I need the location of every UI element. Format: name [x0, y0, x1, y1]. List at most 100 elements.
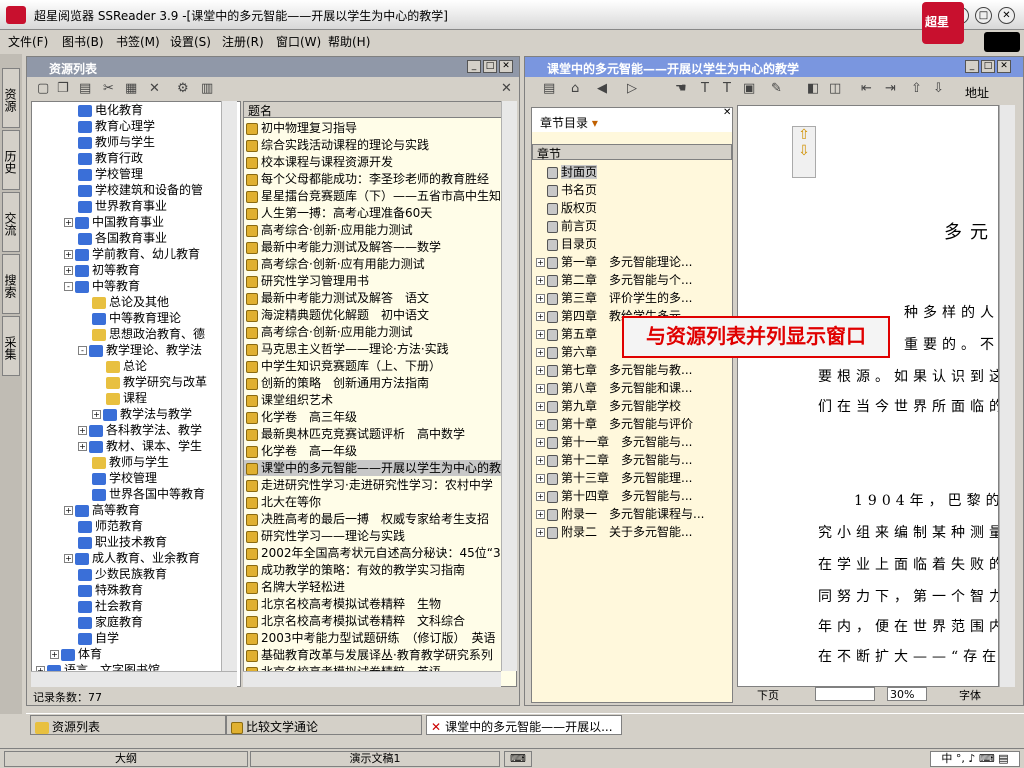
panel-close-icon[interactable]: ✕	[499, 60, 513, 73]
booklist-scrollbar[interactable]	[501, 101, 517, 671]
toc-expander-icon[interactable]: +	[536, 492, 545, 501]
toc-item[interactable]: 封面页	[536, 164, 598, 180]
tree-item[interactable]: 世界教育事业	[32, 198, 167, 214]
book-row[interactable]: 初中物理复习指导	[244, 120, 502, 136]
delete-icon[interactable]: ✕	[149, 81, 160, 96]
last-page-icon[interactable]: ⇥	[885, 81, 896, 96]
toc-expander-icon[interactable]: +	[536, 258, 545, 267]
side-tab-collect[interactable]: 采集	[2, 316, 20, 376]
tree-item[interactable]: + 学前教育、幼儿教育	[32, 246, 200, 262]
copy-icon[interactable]: ❐	[57, 81, 69, 96]
tree-item[interactable]: 总论	[32, 358, 147, 374]
book-row[interactable]: 校本课程与课程资源开发	[244, 154, 502, 170]
tree-expander-icon[interactable]: +	[64, 250, 73, 259]
task-resource-list[interactable]: 资源列表	[30, 715, 226, 735]
highlight-icon[interactable]: ✎	[771, 81, 782, 96]
page-number-field[interactable]	[815, 687, 875, 701]
book-row[interactable]: 创新的策略 创新通用方法指南	[244, 375, 502, 391]
toc-item[interactable]: 目录页	[536, 236, 597, 252]
tree-item[interactable]: 总论及其他	[32, 294, 169, 310]
tree-item[interactable]: 少数民族教育	[32, 566, 167, 582]
menu-window[interactable]: 窗口(W)	[276, 33, 321, 50]
toc-expander-icon[interactable]: +	[536, 294, 545, 303]
tree-item[interactable]: + 教材、课本、学生	[32, 438, 202, 454]
toc-expander-icon[interactable]: +	[536, 402, 545, 411]
reader-maximize-icon[interactable]: □	[981, 60, 995, 73]
tree-item[interactable]: 世界各国中等教育	[32, 486, 205, 502]
toc-expander-icon[interactable]: +	[536, 366, 545, 375]
toc-item[interactable]: + 第二章 多元智能与个...	[536, 272, 692, 288]
toc-expander-icon[interactable]: +	[536, 312, 545, 321]
home-icon[interactable]: ⌂	[571, 81, 579, 96]
first-page-icon[interactable]: ⇤	[861, 81, 872, 96]
toc-expander-icon[interactable]: +	[536, 528, 545, 537]
toc-item[interactable]: + 第十四章 多元智能与...	[536, 488, 692, 504]
tree-item[interactable]: 教育心理学	[32, 118, 155, 134]
task-close-icon[interactable]: ✕	[431, 720, 441, 734]
task-current-book[interactable]: ✕ 课堂中的多元智能——开展以...	[426, 715, 622, 735]
toc-expander-icon[interactable]: +	[536, 420, 545, 429]
side-tab-search[interactable]: 搜索	[2, 254, 20, 314]
book-row[interactable]: 人生第一搏：高考心理准备60天	[244, 205, 502, 221]
tree-expander-icon[interactable]: -	[64, 282, 73, 291]
image-icon[interactable]: ▣	[743, 81, 755, 96]
toc-expander-icon[interactable]: +	[536, 348, 545, 357]
toc-item[interactable]: + 第三章 评价学生的多...	[536, 290, 692, 306]
tree-expander-icon[interactable]: +	[64, 554, 73, 563]
toc-item[interactable]: + 第九章 多元智能学校	[536, 398, 681, 414]
tree-expander-icon[interactable]: -	[78, 346, 87, 355]
toc-expander-icon[interactable]: +	[536, 384, 545, 393]
tree-item[interactable]: 学校管理	[32, 470, 157, 486]
book-row[interactable]: 最新中考能力测试及解答——数学	[244, 239, 502, 255]
book-row[interactable]: 中学生知识竞赛题库（上、下册）	[244, 358, 502, 374]
menu-bookmark[interactable]: 书签(M)	[116, 33, 160, 50]
tree-item[interactable]: 电化教育	[32, 102, 143, 118]
book-row[interactable]: 每个父母都能成功：李圣珍老师的教育胜经	[244, 171, 502, 187]
tree-expander-icon[interactable]: +	[92, 410, 101, 419]
task-comparative-lit[interactable]: 比较文学通论	[226, 715, 422, 735]
panel-maximize-icon[interactable]: □	[483, 60, 497, 73]
toc-expander-icon[interactable]: +	[536, 330, 545, 339]
tree-item[interactable]: 教学研究与改革	[32, 374, 207, 390]
toc-item[interactable]: + 第十三章 多元智能理...	[536, 470, 692, 486]
book-row[interactable]: 2003中考能力型试题研练 （修订版） 英语	[244, 630, 502, 646]
tree-item[interactable]: + 成人教育、业余教育	[32, 550, 200, 566]
fit-page-icon[interactable]: ◫	[829, 81, 841, 96]
tree-item[interactable]: 教师与学生	[32, 454, 169, 470]
tree-hscrollbar[interactable]	[31, 671, 237, 687]
side-tab-resources[interactable]: 资源	[2, 68, 20, 128]
tree-item[interactable]: 教师与学生	[32, 134, 155, 150]
toc-item[interactable]: 书名页	[536, 182, 597, 198]
book-row[interactable]: 基础教育改革与发展译丛·教育教学研究系列	[244, 647, 502, 663]
menu-settings[interactable]: 设置(S)	[170, 33, 211, 50]
toc-item[interactable]: + 第一章 多元智能理论...	[536, 254, 692, 270]
book-row[interactable]: 马克思主义哲学——理论·方法·实践	[244, 341, 502, 357]
tree-item[interactable]: 自学	[32, 630, 119, 646]
toc-item[interactable]: 前言页	[536, 218, 597, 234]
book-row[interactable]: 综合实践活动课程的理论与实践	[244, 137, 502, 153]
tree-expander-icon[interactable]: +	[50, 650, 59, 659]
tree-scrollbar[interactable]	[221, 101, 237, 671]
toc-item[interactable]: + 第六章	[536, 344, 597, 360]
toc-item[interactable]: + 第十一章 多元智能与...	[536, 434, 692, 450]
page-nav-up-icon[interactable]: ⇧	[793, 127, 815, 143]
tree-item[interactable]: 各国教育事业	[32, 230, 167, 246]
toc-expander-icon[interactable]	[536, 222, 545, 231]
toc-item[interactable]: + 第七章 多元智能与教...	[536, 362, 692, 378]
toc-item[interactable]: + 第五章	[536, 326, 597, 342]
toc-expander-icon[interactable]	[536, 168, 545, 177]
tree-item[interactable]: 学校管理	[32, 166, 143, 182]
booklist-hscrollbar[interactable]	[243, 671, 501, 687]
book-row[interactable]: 2002年全国高考状元自述高分秘诀：45位“3+	[244, 545, 511, 561]
book-row[interactable]: 北大在等你	[244, 494, 502, 510]
book-row[interactable]: 研究性学习管理用书	[244, 273, 502, 289]
book-row[interactable]: 决胜高考的最后一搏 权威专家给考生支招	[244, 511, 502, 527]
book-row[interactable]: 课堂中的多元智能——开展以学生为中心的教	[244, 460, 502, 476]
tree-expander-icon[interactable]: +	[64, 506, 73, 515]
reader-close-icon[interactable]: ✕	[997, 60, 1011, 73]
book-row[interactable]: 课堂组织艺术	[244, 392, 502, 408]
page-view[interactable]: ⇧ ⇩ 多元 种多样的人 重要的。不 要根源。如果认识到这 们在当今世界所面临的 190…	[737, 105, 999, 687]
book-list-header[interactable]: 题名	[244, 102, 516, 118]
tree-item[interactable]: 家庭教育	[32, 614, 143, 630]
tree-item[interactable]: + 高等教育	[32, 502, 140, 518]
